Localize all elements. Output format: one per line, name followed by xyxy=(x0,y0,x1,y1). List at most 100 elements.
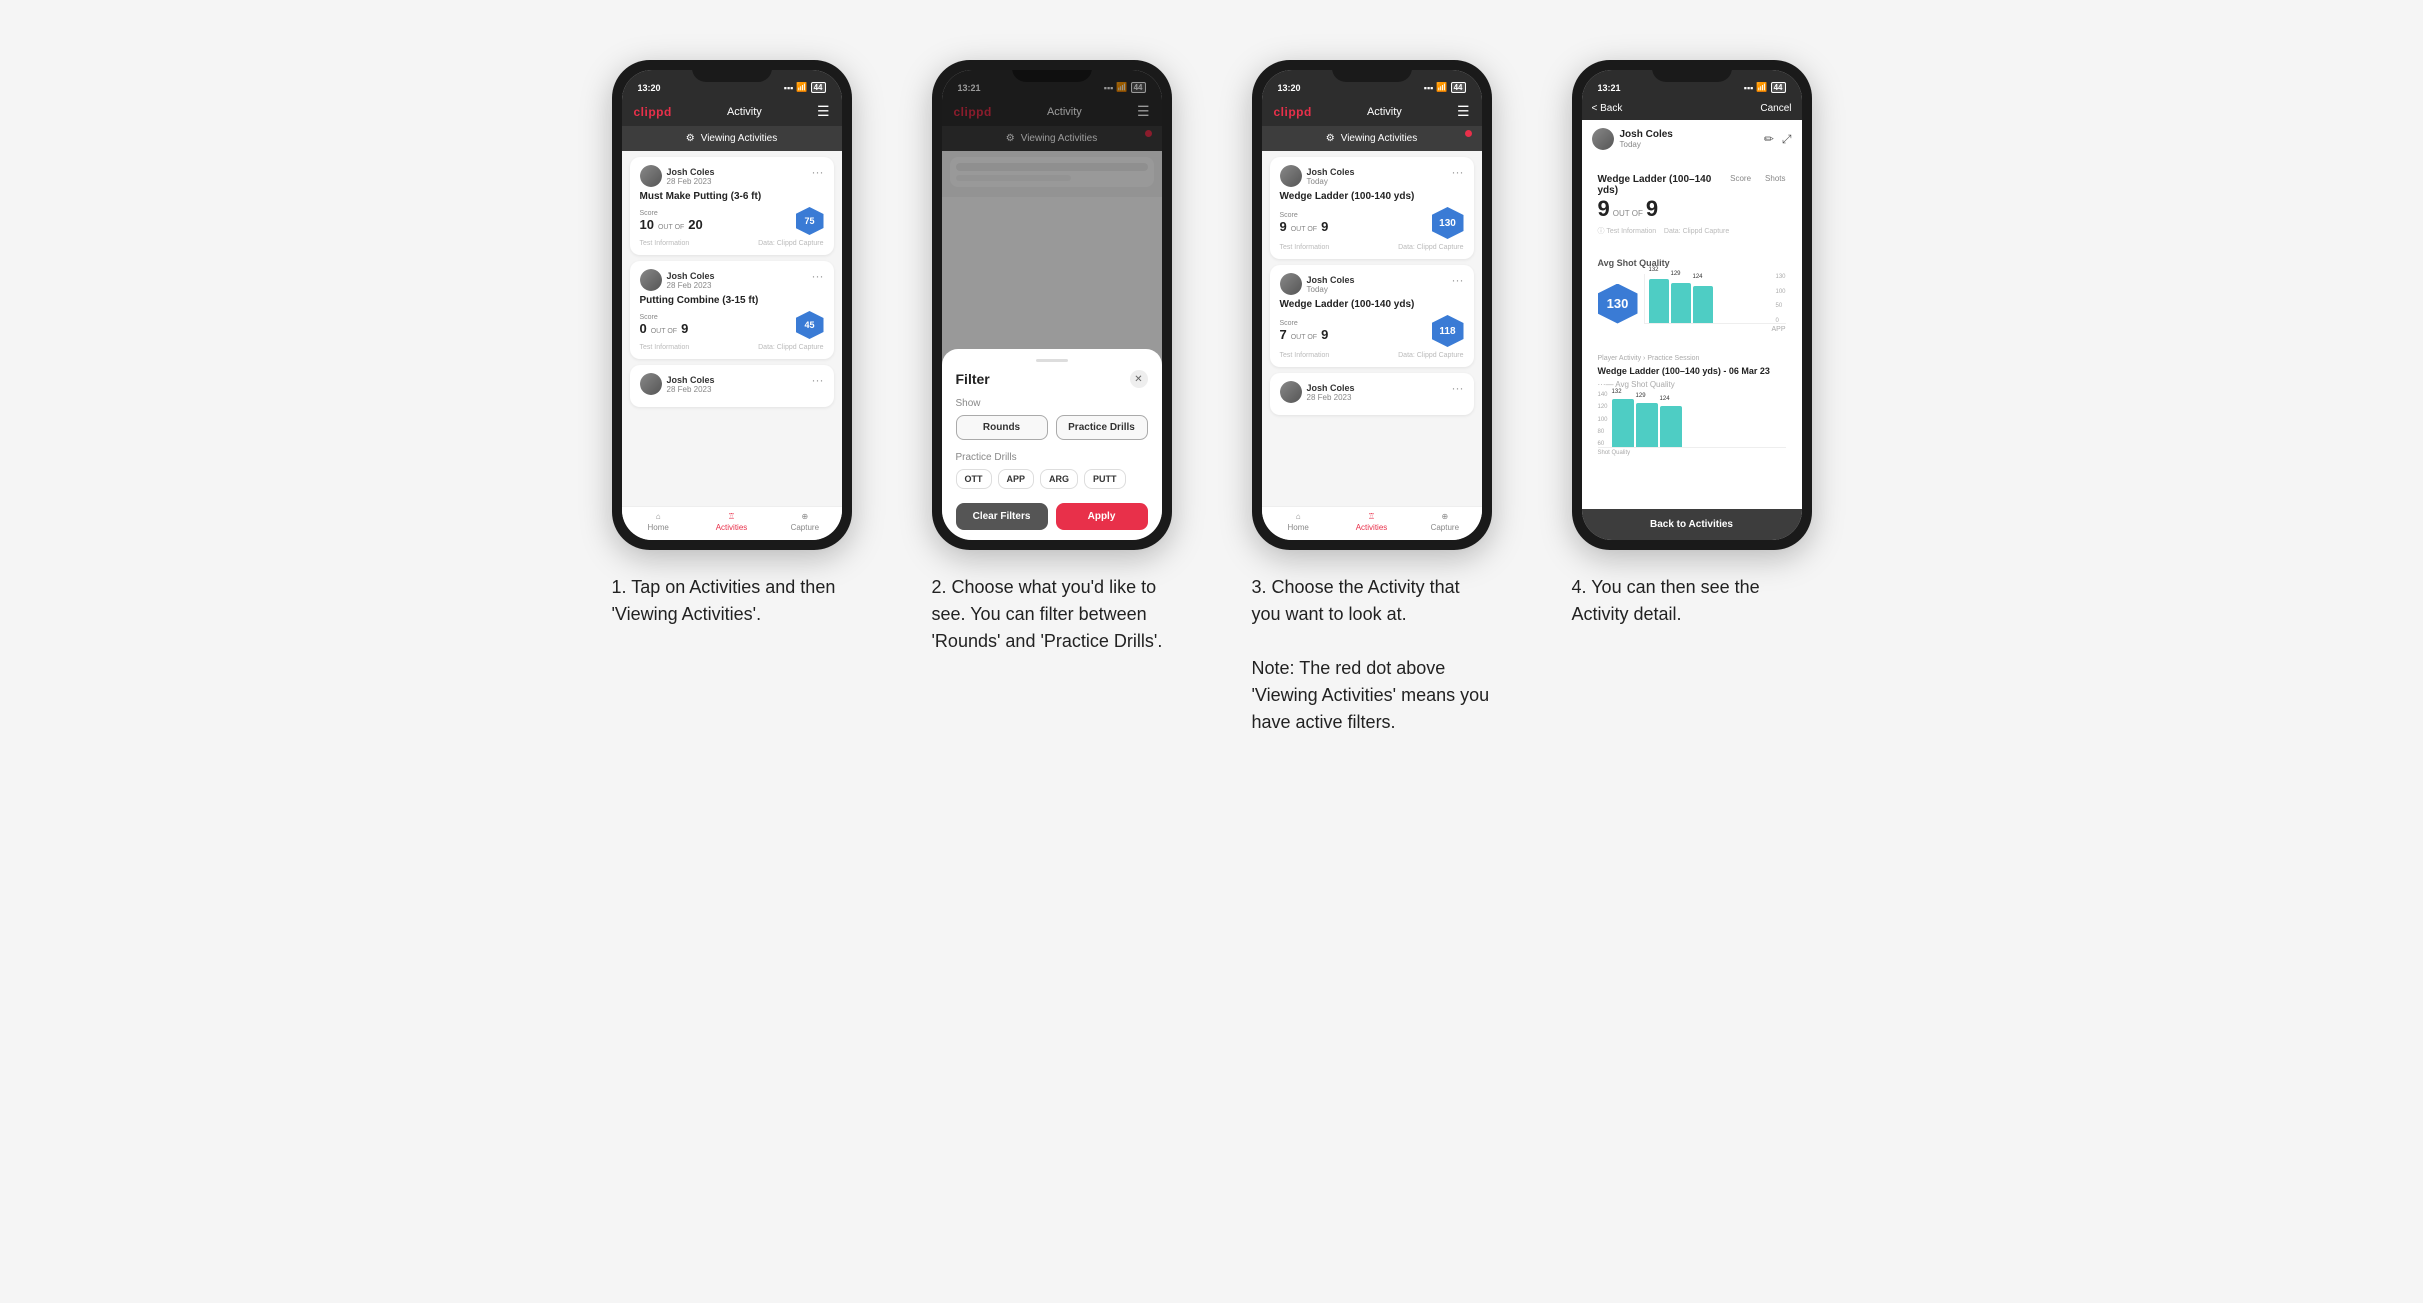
detail-score-cols: Score Shots xyxy=(1730,174,1785,183)
cancel-button[interactable]: Cancel xyxy=(1760,103,1791,114)
clear-filters-button[interactable]: Clear Filters xyxy=(956,503,1048,530)
activity-card-3-2[interactable]: Josh Coles Today ··· Wedge Ladder (100-1… xyxy=(1270,265,1474,367)
caption-text-4: You can then see the Activity detail. xyxy=(1572,577,1760,624)
info-text-1-1: Test Information xyxy=(640,240,690,247)
drill-tag-app[interactable]: APP xyxy=(998,469,1035,489)
drill-tag-putt[interactable]: PUTT xyxy=(1084,469,1126,489)
dots-menu-1-2[interactable]: ··· xyxy=(812,269,824,283)
phone-section-4: 13:21 ▪▪▪ 📶 44 < Back Cancel xyxy=(1552,60,1832,628)
activity-title-1-1: Must Make Putting (3-6 ft) xyxy=(640,191,824,202)
avatar-3-2 xyxy=(1280,273,1302,295)
card-footer-1-1: Test Information Data: Clippd Capture xyxy=(640,240,824,247)
banner-label-3: Viewing Activities xyxy=(1341,133,1418,144)
battery-icon-3: 44 xyxy=(1451,82,1466,93)
activity-title-3-1: Wedge Ladder (100-140 yds) xyxy=(1280,191,1464,202)
detail-title-row: Wedge Ladder (100–140 yds) Score Shots xyxy=(1598,174,1786,196)
chart-bar-1: 132 xyxy=(1649,279,1669,323)
viewing-banner-3[interactable]: ⚙ Viewing Activities xyxy=(1262,126,1482,151)
card-header-1-2: Josh Coles 28 Feb 2023 ··· xyxy=(640,269,824,291)
drill-tag-ott[interactable]: OTT xyxy=(956,469,992,489)
caption-1: 1. Tap on Activities and then 'Viewing A… xyxy=(612,574,852,628)
info-text-1-2: Test Information xyxy=(640,344,690,351)
card-header-3-3: Josh Coles 28 Feb 2023 ··· xyxy=(1280,381,1464,403)
bottom-capture-1[interactable]: ⊕ Capture xyxy=(768,512,841,532)
activity-list-3: Josh Coles Today ··· Wedge Ladder (100-1… xyxy=(1262,151,1482,506)
activity-card-3-3[interactable]: Josh Coles 28 Feb 2023 ··· xyxy=(1270,373,1474,415)
avatar-4 xyxy=(1592,128,1614,150)
viewing-banner-1[interactable]: ⚙ Viewing Activities xyxy=(622,126,842,151)
sq-chart-container: 132 129 124 APP xyxy=(1644,274,1786,333)
caption-step-1: 1. xyxy=(612,577,627,597)
bottom-home-3[interactable]: ⌂ Home xyxy=(1262,512,1335,532)
user-date-3-3: 28 Feb 2023 xyxy=(1307,393,1355,402)
rounds-toggle[interactable]: Rounds xyxy=(956,415,1048,440)
session-bar-1: 132 xyxy=(1612,399,1634,447)
activity-card-1-2[interactable]: Josh Coles 28 Feb 2023 ··· Putting Combi… xyxy=(630,261,834,359)
outof-num-3-1: 9 xyxy=(1321,219,1328,234)
nav-bar-1: clippd Activity ☰ xyxy=(622,97,842,126)
edit-icon[interactable]: ✏ xyxy=(1764,132,1774,147)
detail-nav-bar: < Back Cancel xyxy=(1582,97,1802,120)
user-name-1-1: Josh Coles xyxy=(667,167,715,177)
practice-drills-toggle[interactable]: Practice Drills xyxy=(1056,415,1148,440)
activity-card-3-1[interactable]: Josh Coles Today ··· Wedge Ladder (100-1… xyxy=(1270,157,1474,259)
back-to-activities-button[interactable]: Back to Activities xyxy=(1582,509,1802,540)
detail-user-row: Josh Coles Today ✏ ⤢ xyxy=(1582,120,1802,158)
expand-icon[interactable]: ⤢ xyxy=(1782,132,1792,147)
user-date-1-3: 28 Feb 2023 xyxy=(667,385,715,394)
user-date-3-2: Today xyxy=(1307,285,1355,294)
drill-tags-row: OTT APP ARG PUTT xyxy=(956,469,1148,489)
outof-num-1-2: 9 xyxy=(681,321,688,336)
bar-label-2: 129 xyxy=(1671,271,1681,277)
user-name-3-1: Josh Coles xyxy=(1307,167,1355,177)
bottom-activities-1[interactable]: ♖ Activities xyxy=(695,512,768,532)
score-label-3-2: Score xyxy=(1280,320,1329,327)
bar-label-3: 124 xyxy=(1693,274,1703,280)
bottom-activities-3[interactable]: ♖ Activities xyxy=(1335,512,1408,532)
chart-y-axis: 130 100 50 0 xyxy=(1775,274,1785,324)
score-group-3-2: Score 7 OUT OF 9 xyxy=(1280,320,1329,342)
status-icons-1: ▪▪▪ 📶 44 xyxy=(784,82,826,93)
detail-score-num: 9 xyxy=(1598,196,1610,222)
bottom-capture-3[interactable]: ⊕ Capture xyxy=(1408,512,1481,532)
drill-tag-arg[interactable]: ARG xyxy=(1040,469,1078,489)
caption-2: 2. Choose what you'd like to see. You ca… xyxy=(932,574,1172,655)
detail-data-info: ⓘ Test Information Data: Clippd Capture xyxy=(1598,226,1786,236)
caption-text-2: Choose what you'd like to see. You can f… xyxy=(932,577,1163,651)
stats-row-1-2: Score 0 OUT OF 9 45 xyxy=(640,311,824,339)
dots-menu-3-3[interactable]: ··· xyxy=(1452,381,1464,395)
avg-sq-row: 130 132 129 xyxy=(1598,274,1786,333)
menu-icon-3[interactable]: ☰ xyxy=(1457,103,1470,120)
phone-4: 13:21 ▪▪▪ 📶 44 < Back Cancel xyxy=(1572,60,1812,550)
caption-text-3a: Choose the Activity that you want to loo… xyxy=(1252,577,1460,624)
activity-card-1-3[interactable]: Josh Coles 28 Feb 2023 ··· xyxy=(630,365,834,407)
practice-drills-label: Practice Drills xyxy=(956,452,1148,463)
dots-menu-1-3[interactable]: ··· xyxy=(812,373,824,387)
stats-row-3-2: Score 7 OUT OF 9 118 xyxy=(1280,315,1464,347)
dots-menu-3-2[interactable]: ··· xyxy=(1452,273,1464,287)
outof-3-1: OUT OF xyxy=(1291,226,1317,233)
session-x-labels: Shot Quality xyxy=(1598,450,1786,456)
dots-menu-1-1[interactable]: ··· xyxy=(812,165,824,179)
card-footer-3-2: Test Information Data: Clippd Capture xyxy=(1280,352,1464,359)
apply-button[interactable]: Apply xyxy=(1056,503,1148,530)
menu-icon-1[interactable]: ☰ xyxy=(817,103,830,120)
score-label-1-1: Score xyxy=(640,210,703,217)
bottom-home-1[interactable]: ⌂ Home xyxy=(622,512,695,532)
score-value-3-1: 9 OUT OF 9 xyxy=(1280,219,1329,234)
capture-icon-1: ⊕ xyxy=(801,512,808,521)
caption-4: 4. You can then see the Activity detail. xyxy=(1572,574,1812,628)
activity-card-1-1[interactable]: Josh Coles 28 Feb 2023 ··· Must Make Put… xyxy=(630,157,834,255)
card-header-3-2: Josh Coles Today ··· xyxy=(1280,273,1464,295)
score-value-1-2: 0 OUT OF 9 xyxy=(640,321,689,336)
back-button[interactable]: < Back xyxy=(1592,103,1623,114)
wifi-icon-4: 📶 xyxy=(1756,82,1767,93)
dots-menu-3-1[interactable]: ··· xyxy=(1452,165,1464,179)
bar-label-1: 132 xyxy=(1649,267,1659,273)
data-text-1-2: Data: Clippd Capture xyxy=(758,344,823,351)
filter-close-button[interactable]: ✕ xyxy=(1130,370,1148,388)
outof-num-3-2: 9 xyxy=(1321,327,1328,342)
capture-label-3: Capture xyxy=(1431,523,1459,532)
nav-title-1: Activity xyxy=(727,106,762,118)
outof-1-1: OUT OF xyxy=(658,224,684,231)
